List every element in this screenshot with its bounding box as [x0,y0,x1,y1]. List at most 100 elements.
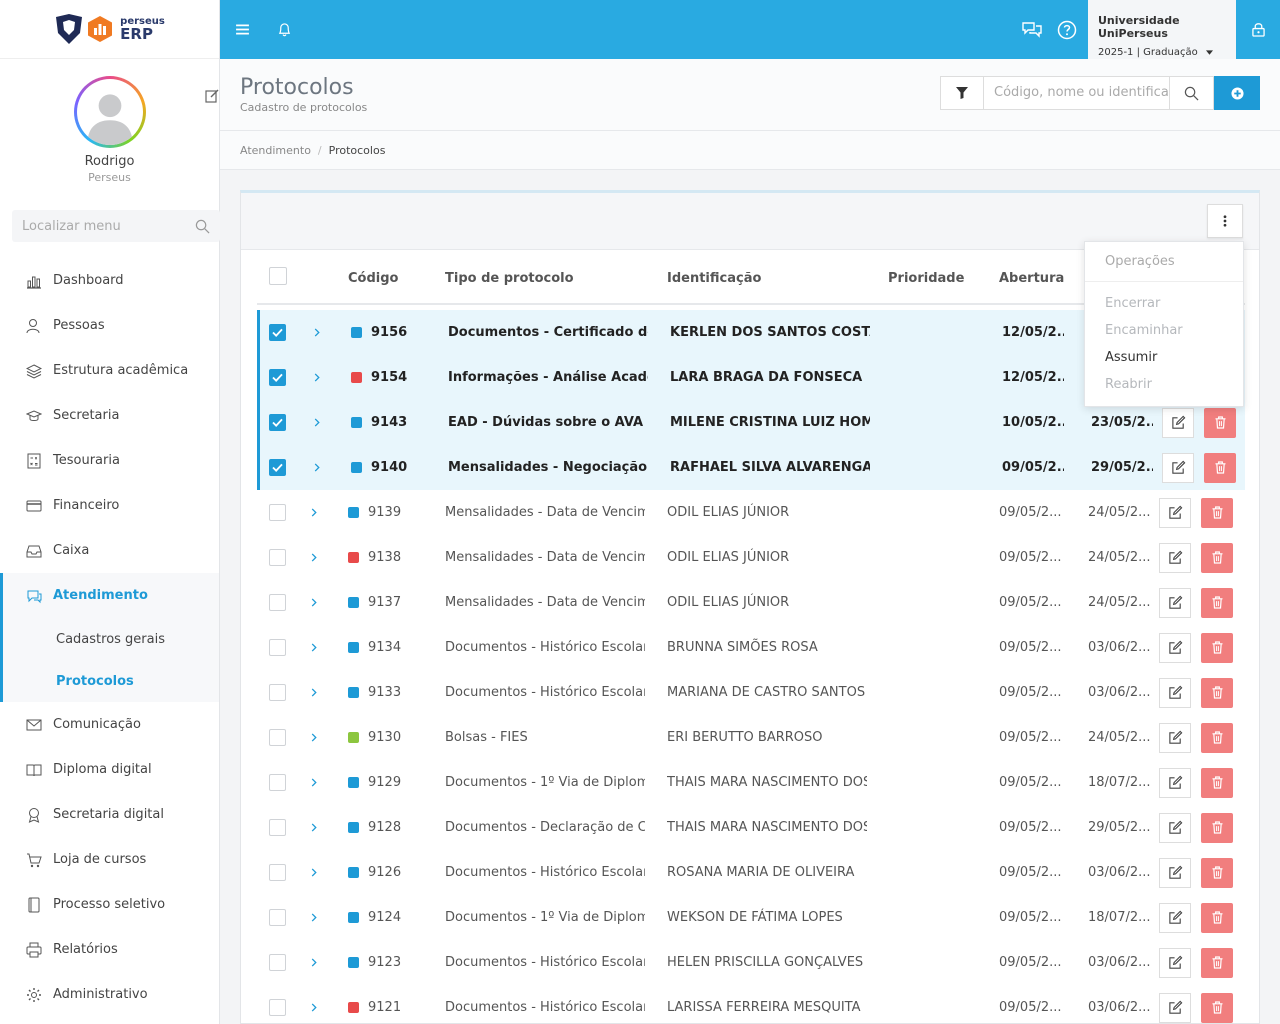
perseus-logo[interactable]: perseus ERP [54,13,165,45]
delete-row-button[interactable] [1201,715,1233,760]
select-all-checkbox[interactable] [269,267,287,285]
operation-encerrar[interactable]: Encerrar [1085,290,1243,317]
delete-row-button[interactable] [1201,895,1233,940]
edit-profile-icon[interactable] [205,89,219,103]
help-button[interactable] [1056,0,1078,59]
row-checkbox[interactable] [269,535,286,580]
col-abertura[interactable]: Abertura [999,271,1064,286]
col-identificacao[interactable]: Identificação [667,271,761,286]
row-checkbox[interactable] [269,355,286,400]
expand-row-button[interactable] [311,895,317,940]
delete-row-button[interactable] [1201,985,1233,1024]
row-checkbox[interactable] [269,760,286,805]
expand-row-button[interactable] [311,535,317,580]
operation-reabrir[interactable]: Reabrir [1085,371,1243,398]
table-row[interactable]: 9128 Documentos - Declaração de C... THAIS… [257,805,1245,850]
delete-row-button[interactable] [1201,670,1233,715]
row-checkbox[interactable] [269,895,286,940]
delete-row-button[interactable] [1201,760,1233,805]
expand-row-button[interactable] [314,310,320,355]
edit-row-button[interactable] [1159,895,1191,940]
table-row[interactable]: 9121 Documentos - Histórico Escolar... LAR… [257,985,1245,1024]
filter-button[interactable] [940,76,984,110]
edit-row-button[interactable] [1159,670,1191,715]
col-tipo[interactable]: Tipo de protocolo [445,271,574,286]
sidebar-item-pessoas[interactable]: Pessoas [0,303,219,348]
expand-row-button[interactable] [311,670,317,715]
edit-row-button[interactable] [1159,490,1191,535]
delete-row-button[interactable] [1201,625,1233,670]
expand-row-button[interactable] [314,400,320,445]
table-row[interactable]: 9137 Mensalidades - Data de Vencim... ODIL… [257,580,1245,625]
edit-row-button[interactable] [1159,535,1191,580]
sidebar-item-relatorios[interactable]: Relatórios [0,927,219,972]
row-checkbox[interactable] [269,985,286,1024]
sidebar-subitem-protocolos[interactable]: Protocolos [3,660,219,702]
delete-row-button[interactable] [1201,850,1233,895]
table-row[interactable]: 9124 Documentos - 1º Via de Diploma WEKSON… [257,895,1245,940]
sidebar-item-financeiro[interactable]: Financeiro [0,483,219,528]
expand-row-button[interactable] [311,805,317,850]
table-row[interactable]: 9139 Mensalidades - Data de Vencim... ODIL… [257,490,1245,535]
expand-row-button[interactable] [311,985,317,1024]
row-checkbox[interactable] [269,850,286,895]
delete-row-button[interactable] [1204,445,1236,490]
table-row[interactable]: 9140 Mensalidades - Negociação e R... RAFH… [257,445,1245,490]
row-checkbox[interactable] [269,715,286,760]
delete-row-button[interactable] [1201,940,1233,985]
sidebar-item-administrativo[interactable]: Administrativo [0,972,219,1017]
delete-row-button[interactable] [1201,580,1233,625]
table-row[interactable]: 9129 Documentos - 1º Via de Diploma THAIS … [257,760,1245,805]
operations-menu-button[interactable] [1207,204,1243,238]
menu-search-input[interactable]: Localizar menu [12,210,220,242]
edit-row-button[interactable] [1162,445,1194,490]
row-checkbox[interactable] [269,805,286,850]
expand-row-button[interactable] [314,355,320,400]
row-checkbox[interactable] [269,310,286,355]
table-row[interactable]: 9138 Mensalidades - Data de Vencim... ODIL… [257,535,1245,580]
expand-row-button[interactable] [311,580,317,625]
row-checkbox[interactable] [269,400,286,445]
col-prioridade[interactable]: Prioridade [888,271,964,286]
sidebar-item-estrutura[interactable]: Estrutura acadêmica [0,348,219,393]
delete-row-button[interactable] [1201,490,1233,535]
search-button[interactable] [1170,76,1214,110]
operation-encaminhar[interactable]: Encaminhar [1085,317,1243,344]
row-checkbox[interactable] [269,445,286,490]
table-row[interactable]: 9133 Documentos - Histórico Escolar... MAR… [257,670,1245,715]
expand-row-button[interactable] [311,625,317,670]
expand-row-button[interactable] [311,850,317,895]
sidebar-item-processo[interactable]: Processo seletivo [0,882,219,927]
expand-row-button[interactable] [311,760,317,805]
sidebar-item-dashboard[interactable]: Dashboard [0,258,219,303]
row-checkbox[interactable] [269,580,286,625]
row-checkbox[interactable] [269,940,286,985]
breadcrumb-parent[interactable]: Atendimento [240,144,311,157]
sidebar-item-caixa[interactable]: Caixa [0,528,219,573]
row-checkbox[interactable] [269,670,286,715]
edit-row-button[interactable] [1159,625,1191,670]
sidebar-item-secretaria[interactable]: Secretaria [0,393,219,438]
messages-button[interactable] [1020,0,1044,59]
sidebar-item-diploma[interactable]: Diploma digital [0,747,219,792]
table-row[interactable]: 9134 Documentos - Histórico Escolar... BRU… [257,625,1245,670]
edit-row-button[interactable] [1159,850,1191,895]
col-codigo[interactable]: Código [348,271,398,286]
table-row[interactable]: 9123 Documentos - Histórico Escolar... HEL… [257,940,1245,985]
sidebar-item-loja[interactable]: Loja de cursos [0,837,219,882]
sidebar-item-atendimento[interactable]: Atendimento [3,573,219,618]
notifications-button[interactable] [274,0,294,59]
lock-button[interactable] [1236,0,1280,59]
expand-row-button[interactable] [314,445,320,490]
expand-row-button[interactable] [311,490,317,535]
row-checkbox[interactable] [269,625,286,670]
search-input[interactable]: Código, nome ou identificação [984,76,1170,110]
expand-row-button[interactable] [311,715,317,760]
edit-row-button[interactable] [1159,715,1191,760]
avatar[interactable] [73,76,146,148]
edit-row-button[interactable] [1159,985,1191,1024]
edit-row-button[interactable] [1159,940,1191,985]
hamburger-menu-button[interactable] [232,0,252,59]
edit-row-button[interactable] [1159,805,1191,850]
table-row[interactable]: 9130 Bolsas - FIES ERI BERUTTO BARROSO 09/0… [257,715,1245,760]
